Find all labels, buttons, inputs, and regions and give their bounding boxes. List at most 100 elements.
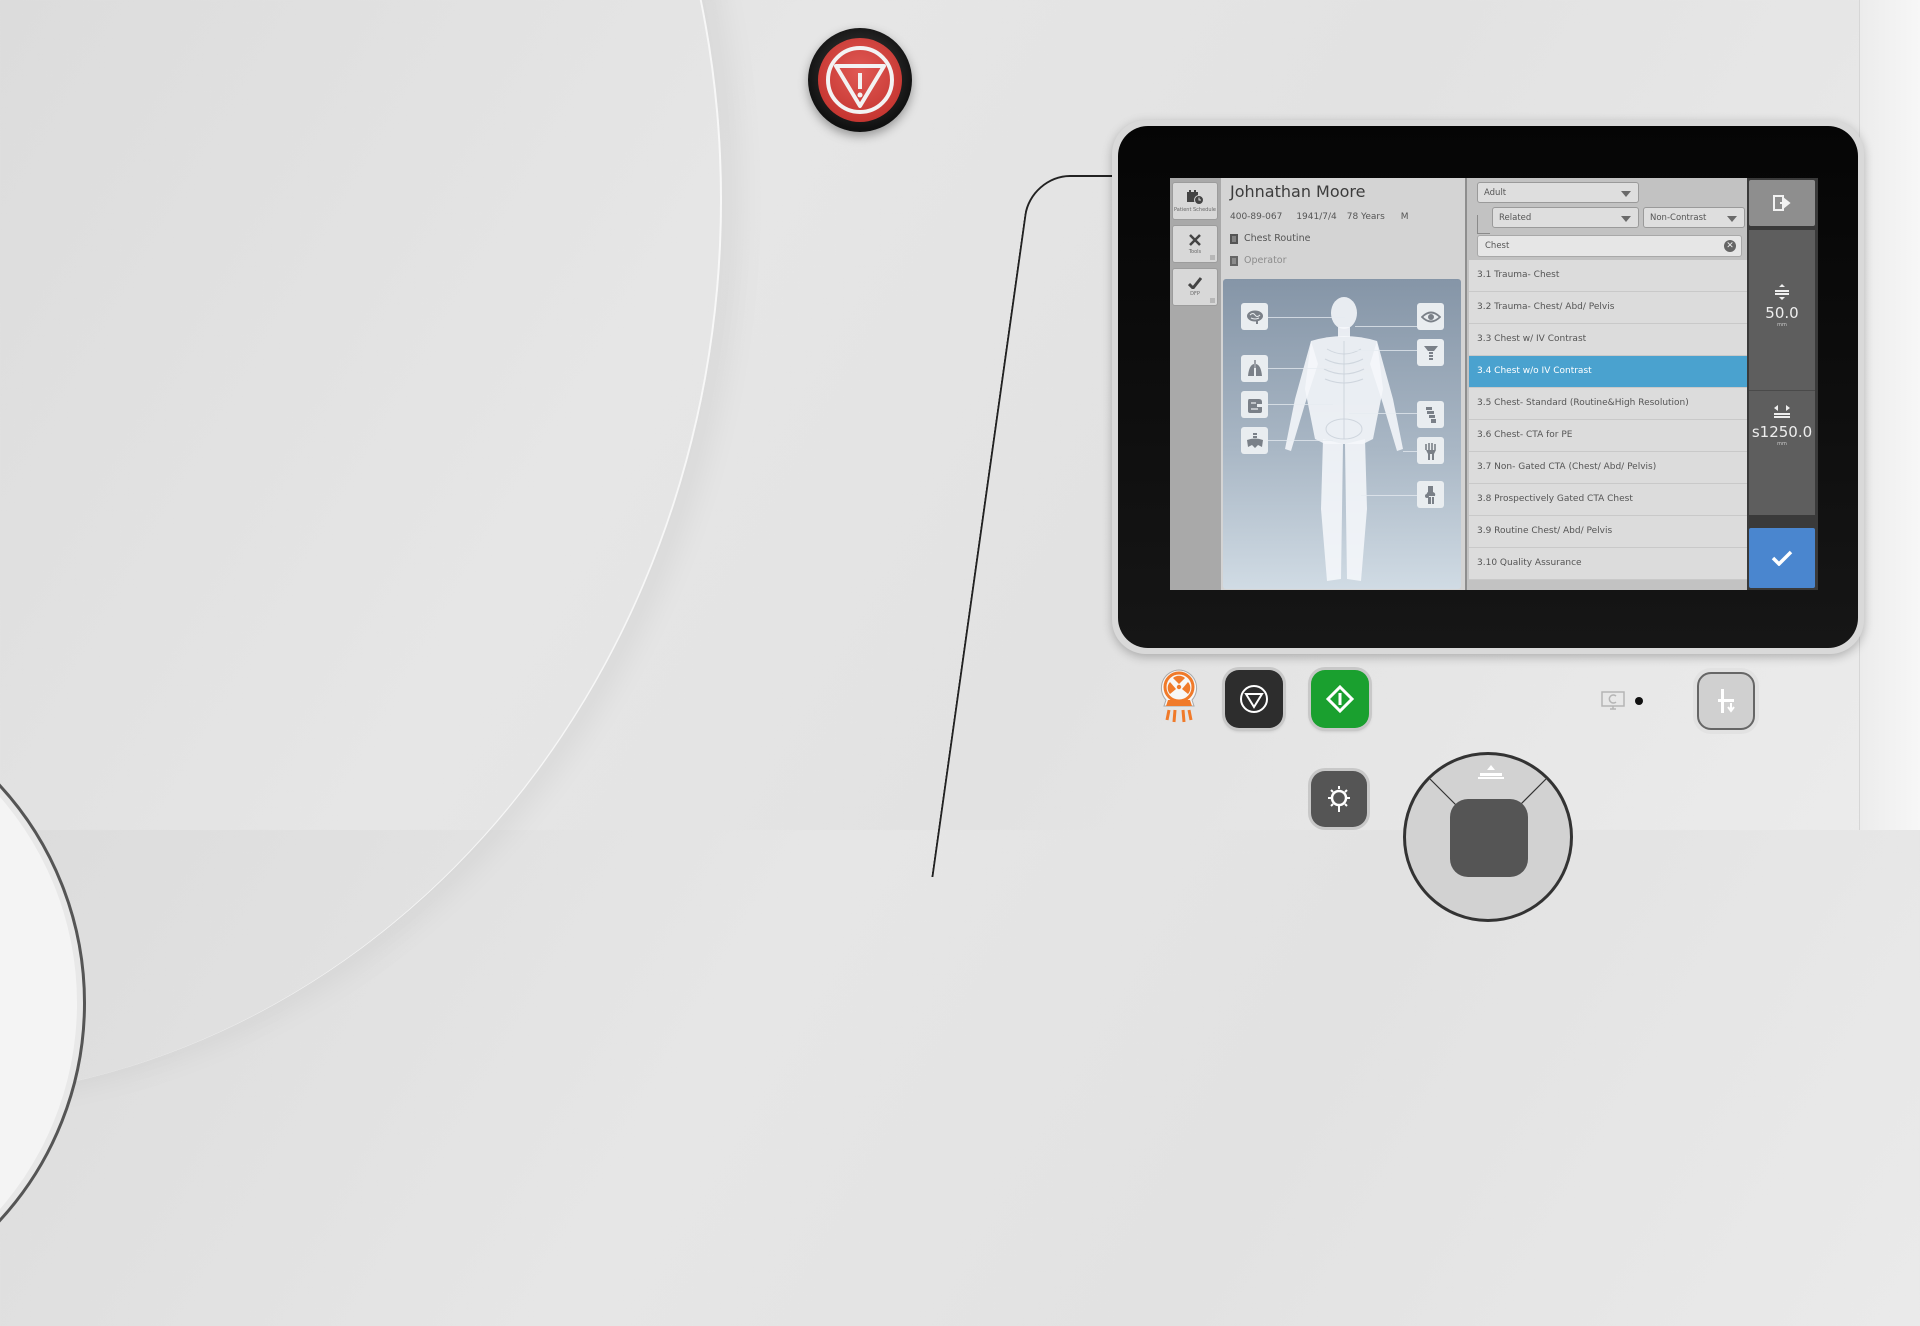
lungs-icon — [1247, 359, 1262, 376]
protocol-list-item[interactable]: 3.10 Quality Assurance — [1469, 548, 1747, 580]
nav-patient-schedule[interactable]: Patient Schedule — [1172, 182, 1218, 220]
eye-icon — [1420, 311, 1441, 322]
resize-grip-icon — [1210, 255, 1215, 260]
protocol-name: Chest Routine — [1244, 233, 1311, 244]
table-release-icon — [1718, 689, 1735, 713]
start-diamond-icon — [1325, 684, 1355, 714]
resize-grip-icon — [1210, 298, 1215, 303]
spine-icon — [1425, 406, 1436, 423]
table-height-icon — [1775, 284, 1789, 300]
region-knee-button[interactable] — [1417, 481, 1444, 508]
tools-icon — [1189, 234, 1201, 246]
patient-name: Johnathan Moore — [1230, 182, 1366, 201]
patient-info: 400-89-067 1941/7/4 78 Years M — [1230, 212, 1409, 222]
region-brain-button[interactable] — [1241, 303, 1268, 330]
side-nav: Patient Schedule Tools DFP — [1170, 178, 1221, 590]
region-lungs-button[interactable] — [1241, 355, 1268, 382]
region-hand-button[interactable] — [1417, 437, 1444, 464]
protocol-list-item[interactable]: 3.9 Routine Chest/ Abd/ Pelvis — [1469, 516, 1747, 548]
connector-line — [1355, 326, 1417, 327]
region-abdomen-button[interactable] — [1241, 391, 1268, 418]
protocol-doc-icon — [1230, 233, 1238, 244]
protocol-list-item[interactable]: 3.7 Non- Gated CTA (Chest/ Abd/ Pelvis) — [1469, 452, 1747, 484]
connector-line — [1349, 413, 1417, 414]
operator-row[interactable]: Operator — [1230, 255, 1287, 266]
patient-sex: M — [1400, 212, 1409, 222]
table-motion-pad[interactable] — [1403, 752, 1573, 922]
checkmark-icon — [1771, 550, 1793, 566]
gantry-arc — [0, 0, 722, 1100]
region-neck-button[interactable] — [1417, 339, 1444, 366]
protocol-list: 3.1 Trauma- Chest 3.2 Trauma- Chest/ Abd/… — [1469, 260, 1747, 580]
search-value: Chest — [1485, 241, 1510, 251]
table-height-readout[interactable]: 50.0 mm — [1749, 230, 1815, 390]
exit-door-icon — [1773, 195, 1791, 211]
nav-label: DFP — [1190, 291, 1200, 297]
region-eye-button[interactable] — [1417, 303, 1444, 330]
connector-line — [1267, 440, 1333, 441]
connector-line — [1267, 317, 1345, 318]
table-position-readout[interactable]: s1250.0 mm — [1749, 390, 1815, 515]
region-pelvis-button[interactable] — [1241, 427, 1268, 454]
confirm-button[interactable] — [1749, 528, 1815, 588]
brain-icon — [1246, 310, 1263, 324]
contrast-value: Non-Contrast — [1650, 213, 1707, 223]
table-control-strip: 50.0 mm s1250.0 mm — [1747, 178, 1818, 590]
region-spine-button[interactable] — [1417, 401, 1444, 428]
operator-doc-icon — [1230, 255, 1238, 266]
emergency-stop-triangle-icon — [826, 46, 894, 114]
touchscreen: Patient Schedule Tools DFP Johnathan Moo… — [1170, 178, 1818, 590]
protocol-row[interactable]: Chest Routine — [1230, 233, 1310, 244]
chevron-down-icon — [1621, 191, 1631, 197]
relation-dropdown[interactable]: Related — [1492, 207, 1639, 228]
laser-light-button[interactable] — [1311, 771, 1367, 827]
connector-line — [1353, 350, 1417, 351]
protocol-list-item[interactable]: 3.8 Prospectively Gated CTA Chest — [1469, 484, 1747, 516]
contrast-dropdown[interactable]: Non-Contrast — [1643, 207, 1745, 228]
relation-value: Related — [1499, 213, 1532, 223]
patient-age: 78 Years — [1346, 212, 1385, 222]
tree-connector — [1477, 215, 1490, 234]
hand-icon — [1424, 442, 1436, 460]
protocol-panel: Adult Related Non-Contrast Chest ✕ 3.1 T… — [1465, 178, 1747, 590]
check-icon — [1188, 277, 1202, 289]
radiation-indicator — [1158, 668, 1200, 728]
protocol-search-input[interactable]: Chest ✕ — [1477, 235, 1742, 257]
clear-search-icon[interactable]: ✕ — [1724, 240, 1736, 252]
stop-scan-button[interactable] — [1225, 670, 1283, 728]
exit-button[interactable] — [1749, 180, 1815, 226]
emergency-stop-button[interactable] — [808, 28, 912, 132]
table-height-value: 50.0 — [1765, 304, 1799, 322]
radiation-tube-icon — [1160, 669, 1198, 723]
table-release-button[interactable] — [1697, 672, 1755, 730]
protocol-list-item[interactable]: 3.6 Chest- CTA for PE — [1469, 420, 1747, 452]
patient-dob: 1941/7/4 — [1296, 212, 1337, 222]
monitor-status-indicator — [1600, 690, 1626, 712]
gantry-side-band — [1859, 0, 1920, 830]
status-led — [1635, 697, 1643, 705]
nav-tools[interactable]: Tools — [1172, 225, 1218, 263]
nav-dfp[interactable]: DFP — [1172, 268, 1218, 306]
pelvis-icon — [1246, 432, 1263, 448]
protocol-list-item[interactable]: 3.2 Trauma- Chest/ Abd/ Pelvis — [1469, 292, 1747, 324]
protocol-list-item[interactable]: 3.5 Chest- Standard (Routine&High Resolu… — [1469, 388, 1747, 420]
start-scan-button[interactable] — [1311, 670, 1369, 728]
age-group-dropdown[interactable]: Adult — [1477, 182, 1639, 203]
table-height-unit: mm — [1777, 322, 1787, 328]
protocol-list-item[interactable]: 3.3 Chest w/ IV Contrast — [1469, 324, 1747, 356]
intestines-icon — [1247, 398, 1262, 413]
protocol-list-item[interactable]: 3.4 Chest w/o IV Contrast — [1469, 356, 1747, 388]
connector-line — [1267, 368, 1333, 369]
patient-id: 400-89-067 — [1230, 212, 1283, 222]
gantry-bore-edge — [0, 680, 86, 1326]
nav-label: Tools — [1188, 249, 1202, 255]
chevron-down-icon — [1621, 216, 1631, 222]
operator-name: Operator — [1244, 255, 1287, 266]
patient-panel: Johnathan Moore 400-89-067 1941/7/4 78 Y… — [1221, 178, 1465, 590]
protocol-list-item[interactable]: 3.1 Trauma- Chest — [1469, 260, 1747, 292]
table-in-icon — [1478, 765, 1504, 779]
neck-icon — [1423, 345, 1438, 360]
dpad-center-button[interactable] — [1450, 799, 1528, 877]
chevron-down-icon — [1727, 216, 1737, 222]
connector-line — [1267, 404, 1333, 405]
